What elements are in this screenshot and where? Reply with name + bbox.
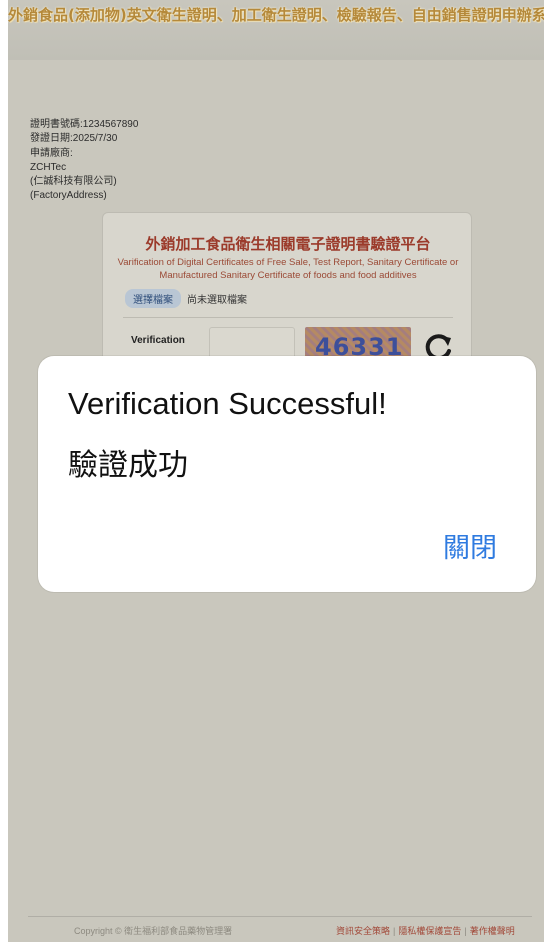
footer-link-privacy[interactable]: 隱私權保護宣告 xyxy=(398,926,461,936)
banner-title: 外銷食品(添加物)英文衛生證明、加工衛生證明、檢驗報告、自由銷售證明申辦系統 xyxy=(8,6,544,24)
dialog-message-zh: 驗證成功 xyxy=(68,448,188,483)
choose-file-button[interactable]: 選擇檔案 xyxy=(125,289,181,308)
certificate-info: 證明書號碼:1234567890 發證日期:2025/7/30 申請廠商: ZC… xyxy=(30,118,138,204)
footer-links: 資訊安全策略 | 隱私權保護宣告 | 著作權聲明 xyxy=(336,926,515,936)
platform-subtitle: Varification of Digital Certificates of … xyxy=(117,257,459,281)
applicant-label: 申請廠商: xyxy=(30,147,73,159)
footer-link-security-policy[interactable]: 資訊安全策略 xyxy=(336,926,390,936)
close-button[interactable]: 關閉 xyxy=(443,526,497,565)
alert-dialog: Verification Successful! 驗證成功 關閉 xyxy=(38,356,536,592)
company-en: ZCHTec xyxy=(30,161,67,173)
cert-number: 證明書號碼:1234567890 xyxy=(30,119,139,130)
divider xyxy=(123,317,453,318)
no-file-text: 尚未選取檔案 xyxy=(187,295,247,306)
file-chooser: 選擇檔案 尚未選取檔案 xyxy=(125,289,247,308)
footer-copyright: Copyright © 衛生福利部食品藥物管理署 xyxy=(74,926,233,936)
header-banner: 外銷食品(添加物)英文衛生證明、加工衛生證明、檢驗報告、自由銷售證明申辦系統 xyxy=(8,0,544,60)
verification-label: Verification xyxy=(131,335,185,346)
issue-date: 發證日期:2025/7/30 xyxy=(30,133,118,145)
footer-link-copyright[interactable]: 著作權聲明 xyxy=(470,926,515,936)
footer-divider xyxy=(28,916,532,917)
dialog-message-en: Verification Successful! xyxy=(68,386,387,421)
factory-address: (FactoryAddress) xyxy=(30,190,107,202)
company-zh: (仁誠科技有限公司) xyxy=(30,176,117,188)
platform-title: 外銷加工食品衛生相關電子證明書驗證平台 xyxy=(145,235,431,253)
